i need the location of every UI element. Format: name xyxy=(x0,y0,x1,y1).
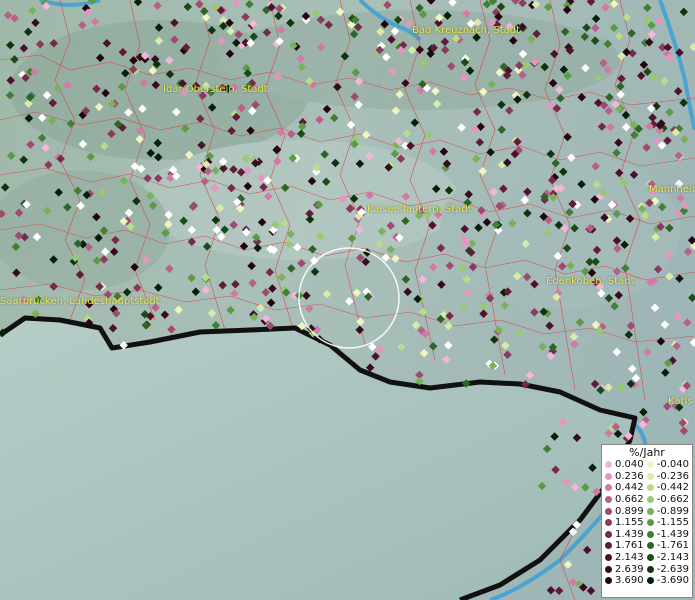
legend-swatch xyxy=(605,565,612,573)
legend-swatch xyxy=(605,519,612,527)
legend-negative-row: -0.662 xyxy=(646,494,689,506)
legend-swatch xyxy=(646,519,654,527)
legend-negative-row: -0.236 xyxy=(646,470,689,483)
legend-swatch xyxy=(605,577,612,585)
legend-swatch xyxy=(646,484,654,492)
legend-positive-row: 1.155 xyxy=(605,517,647,529)
legend-swatch xyxy=(646,472,654,480)
legend-value: 2.639 xyxy=(615,563,644,575)
place-label-karlsruhe[interactable]: Karls xyxy=(668,396,693,407)
place-label-kaiserslautern[interactable]: Kaiserslautern, Stadt xyxy=(367,204,472,215)
legend-swatch xyxy=(646,461,654,469)
legend-negative-row: -2.639 xyxy=(646,563,689,575)
legend-swatch xyxy=(605,472,612,480)
place-label-edenkoben[interactable]: Edenkoben, Stadt xyxy=(546,276,635,287)
legend-swatch xyxy=(646,577,654,585)
legend-negative-row: -2.143 xyxy=(646,552,689,564)
legend-positive-row: 1.761 xyxy=(605,540,647,552)
legend-value: 0.236 xyxy=(615,470,644,482)
legend-positive-row: 2.639 xyxy=(605,563,647,575)
legend-positive-row: 0.040 xyxy=(605,459,647,471)
legend-swatch xyxy=(605,496,612,504)
legend-swatch xyxy=(646,496,654,504)
legend-negative-row: -1.439 xyxy=(646,528,689,541)
legend-swatch xyxy=(646,565,654,573)
legend-swatch xyxy=(605,530,612,538)
legend-value: 0.662 xyxy=(615,494,644,506)
legend-value: -0.236 xyxy=(656,470,689,482)
legend-value: 0.040 xyxy=(615,459,644,471)
legend-value: 0.899 xyxy=(615,505,644,517)
legend-positive-column: 0.040 0.236 0.442 0.662 0.899 1.155 1.439 1.761… xyxy=(605,459,647,587)
place-label-mannheim[interactable]: Mannheim xyxy=(649,184,695,195)
legend-negative-row: -3.690 xyxy=(646,575,689,587)
legend-swatch xyxy=(605,507,612,515)
legend-positive-row: 3.690 xyxy=(605,575,647,587)
legend-swatch xyxy=(605,461,612,469)
place-label-saarbruecken[interactable]: Saarbrücken, Landeshauptstadt xyxy=(0,296,160,307)
legend-negative-row: -0.442 xyxy=(646,482,689,494)
legend-value: 1.155 xyxy=(615,517,644,529)
legend-positive-row: 0.662 xyxy=(605,494,647,506)
legend-value: -3.690 xyxy=(656,575,689,587)
legend-value: 1.761 xyxy=(615,540,644,552)
legend-value: -2.143 xyxy=(656,552,689,564)
legend-swatch xyxy=(646,554,654,562)
legend-title: %/Jahr xyxy=(629,446,665,459)
legend-value: 1.439 xyxy=(615,528,644,540)
place-label-bad-kreuznach[interactable]: Bad Kreuznach, Stadt xyxy=(412,25,520,36)
legend-panel: %/Jahr 0.040 0.236 0.442 0.662 0.899 1.155 1.4… xyxy=(601,444,693,598)
legend-positive-row: 0.236 xyxy=(605,471,647,483)
place-label-idar-oberstein[interactable]: Idar-Oberstein, Stadt xyxy=(163,84,268,95)
legend-positive-row: 1.439 xyxy=(605,529,647,541)
legend-value: -1.439 xyxy=(656,528,689,540)
legend-negative-column: -0.040 -0.236 -0.442 -0.662 -0.899 -1.155 -1.4… xyxy=(646,459,689,587)
legend-swatch xyxy=(605,554,612,562)
legend-value: 0.442 xyxy=(615,482,644,494)
legend-swatch xyxy=(605,484,612,492)
legend-value: -1.155 xyxy=(656,517,689,529)
legend-value: 2.143 xyxy=(615,552,644,564)
legend-swatch xyxy=(605,542,612,550)
legend-value: -0.899 xyxy=(656,505,689,517)
legend-value: 3.690 xyxy=(615,575,644,587)
legend-value: -2.639 xyxy=(656,563,689,575)
legend-value: -0.040 xyxy=(656,459,689,471)
legend-swatch xyxy=(646,507,654,515)
legend-value: -0.442 xyxy=(656,482,689,494)
legend-positive-row: 2.143 xyxy=(605,552,647,564)
legend-positive-row: 0.899 xyxy=(605,505,647,517)
legend-swatch xyxy=(646,530,654,538)
legend-value: -1.761 xyxy=(656,540,689,552)
legend-negative-row: -0.040 xyxy=(646,459,689,471)
legend-negative-row: -0.899 xyxy=(646,505,689,517)
legend-negative-row: -1.761 xyxy=(646,540,689,552)
legend-negative-row: -1.155 xyxy=(646,517,689,529)
legend-value: -0.662 xyxy=(656,494,689,506)
legend-positive-row: 0.442 xyxy=(605,482,647,494)
legend-swatch xyxy=(646,542,654,550)
